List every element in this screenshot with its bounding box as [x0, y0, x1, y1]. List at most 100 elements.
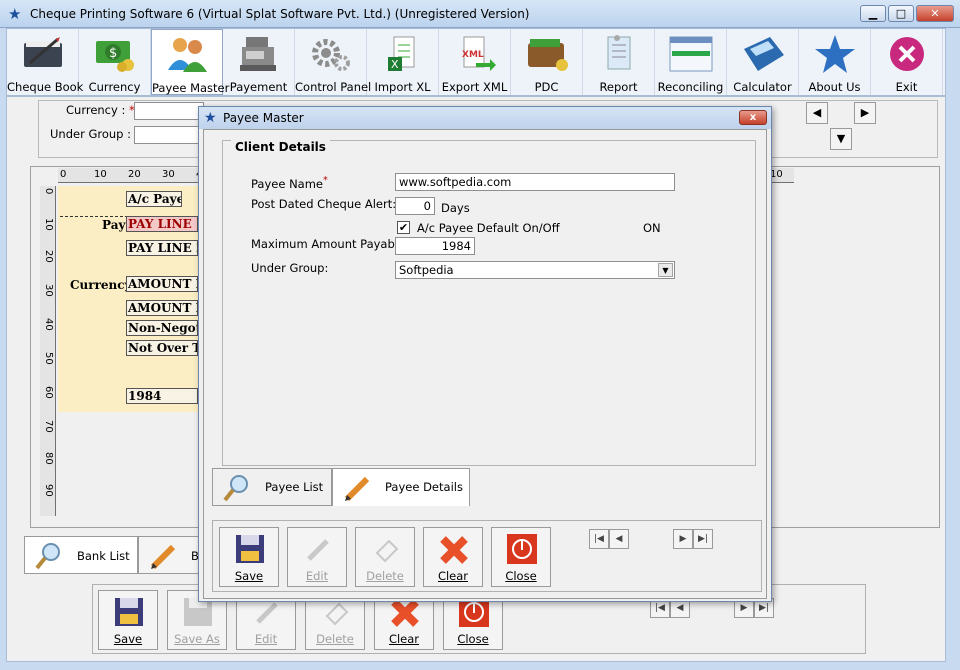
tab-payee-details[interactable]: Payee Details: [332, 468, 470, 506]
amount-words-1-field[interactable]: AMOUNT IN: [126, 276, 198, 292]
prev-record-button[interactable]: ◀: [609, 529, 629, 549]
move-down-button[interactable]: ▼: [830, 128, 852, 150]
move-right-button[interactable]: ▶: [854, 102, 876, 124]
client-details-group: Client Details Payee Name* www.softpedia…: [222, 140, 756, 466]
ruler-tick: 30: [162, 169, 175, 180]
chevron-down-icon[interactable]: ▼: [658, 263, 673, 277]
toolbar-cheque-book[interactable]: Cheque Book: [7, 29, 83, 95]
ac-payee-default-checkbox[interactable]: ✔: [397, 221, 410, 234]
pay-line-2-field[interactable]: PAY LINE 2: [126, 240, 198, 256]
non-negotiable-field[interactable]: Non-Negotiab: [126, 320, 198, 336]
ac-payee-state: ON: [643, 221, 661, 235]
toolbar-control-panel[interactable]: Control Panel: [295, 29, 372, 95]
currency-cheque-label: Currency: [70, 278, 132, 292]
ac-payee-default-label: A/c Payee Default On/Off: [417, 221, 560, 235]
minimize-button[interactable]: ▁: [860, 5, 886, 22]
toolbar-payee-master[interactable]: Payee Master: [151, 29, 229, 95]
payee-master-icon: [168, 38, 207, 72]
button-label: Save: [234, 569, 264, 583]
button-label: Close: [457, 632, 489, 646]
toolbar-import-xl[interactable]: X Import XL: [367, 29, 439, 95]
first-record-button[interactable]: |◀: [589, 529, 609, 549]
toolbar-export-xml[interactable]: XML Export XML: [439, 29, 511, 95]
ruler-tick: 50: [43, 352, 54, 365]
amount-figure-field[interactable]: 1984: [126, 388, 198, 404]
svg-text:XML: XML: [462, 50, 484, 60]
dialog-close-action-button[interactable]: Close: [491, 527, 551, 587]
toolbar-about-us[interactable]: About Us: [799, 29, 871, 95]
ruler-tick: 20: [43, 250, 54, 263]
app-star-icon: ★: [204, 110, 217, 126]
amount-words-2-field[interactable]: AMOUNT IN: [126, 300, 198, 316]
toolbar-exit[interactable]: Exit: [871, 29, 943, 95]
close-window-button[interactable]: ✕: [916, 5, 954, 22]
exit-icon: [889, 37, 924, 71]
cash-register-icon: [239, 37, 276, 71]
toolbar-report[interactable]: Report: [583, 29, 655, 95]
payee-name-label: Payee Name*: [251, 175, 328, 191]
floppy-disk-icon: [115, 598, 143, 626]
post-dated-days-input[interactable]: 0: [395, 197, 435, 215]
dialog-clear-button[interactable]: Clear: [423, 527, 483, 587]
import-excel-icon: X: [387, 36, 414, 71]
toolbar-calculator[interactable]: Calculator: [727, 29, 799, 95]
toolbar-payement[interactable]: Payement: [223, 29, 295, 95]
tab-label: Payee Details: [385, 480, 463, 494]
toolbar-label: Currency: [88, 80, 141, 94]
vertical-ruler: 0 10 20 30 40 50 60 70 80 90: [40, 186, 56, 516]
button-label: Close: [505, 569, 537, 583]
under-group-label: Under Group:: [251, 261, 329, 275]
dialog-close-button[interactable]: x: [739, 110, 767, 125]
dialog-delete-button[interactable]: Delete: [355, 527, 415, 587]
move-left-button[interactable]: ◀: [806, 102, 828, 124]
toolbar-label: Export XML: [441, 80, 508, 94]
toolbar-label: Calculator: [733, 80, 792, 94]
next-record-button[interactable]: ▶: [673, 529, 693, 549]
not-over-field[interactable]: Not Over The: [126, 340, 198, 356]
toolbar-pdc[interactable]: PDC: [511, 29, 583, 95]
toolbar-label: Control Panel: [295, 80, 372, 94]
cheque-book-icon: [23, 37, 62, 67]
tab-bank-details[interactable]: B: [138, 536, 200, 574]
toolbar-label: Payement: [229, 80, 288, 94]
currency-input[interactable]: [134, 102, 204, 120]
dialog-title-bar: ★ Payee Master x: [199, 107, 771, 129]
maximize-button[interactable]: □: [888, 5, 914, 22]
dialog-edit-button[interactable]: Edit: [287, 527, 347, 587]
window-title: Cheque Printing Software 6 (Virtual Spla…: [30, 7, 530, 21]
ruler-tick: 60: [43, 386, 54, 399]
ruler-tick: 80: [43, 452, 54, 465]
toolbar-label: Exit: [895, 80, 918, 94]
dialog-body: Client Details Payee Name* www.softpedia…: [203, 129, 767, 599]
tab-payee-list[interactable]: Payee List: [212, 468, 332, 506]
toolbar-label: PDC: [534, 80, 559, 94]
dialog-record-nav-first-prev: |◀ ◀: [589, 529, 629, 549]
last-record-button[interactable]: ▶|: [693, 529, 713, 549]
currency-icon: $: [95, 41, 134, 72]
toolbar-label: Report: [599, 80, 638, 94]
toolbar-currency[interactable]: $ Currency: [79, 29, 151, 95]
payee-master-dialog: ★ Payee Master x Client Details Payee Na…: [198, 106, 772, 602]
dialog-title: Payee Master: [223, 111, 304, 125]
svg-text:X: X: [391, 58, 399, 71]
toolbar-reconciling[interactable]: Reconciling: [655, 29, 727, 95]
tab-bank-list[interactable]: Bank List: [24, 536, 138, 574]
currency-label: Currency : *: [66, 103, 135, 117]
under-group-select[interactable]: Softpedia ▼: [395, 261, 675, 279]
max-amount-input[interactable]: 1984: [395, 237, 475, 255]
under-group-label: Under Group :: [50, 127, 132, 141]
calculator-icon: [743, 37, 784, 71]
dialog-record-nav-next-last: ▶ ▶|: [673, 529, 713, 549]
pay-line-1-field[interactable]: PAY LINE 1: [126, 216, 198, 232]
dialog-save-button[interactable]: Save: [219, 527, 279, 587]
under-group-input[interactable]: [134, 126, 204, 144]
ruler-tick: 30: [43, 284, 54, 297]
pencil-icon: [344, 476, 370, 502]
main-save-button[interactable]: Save: [98, 590, 158, 650]
payee-name-input[interactable]: www.softpedia.com: [395, 173, 675, 191]
button-label: Edit: [254, 632, 278, 646]
pay-label: Pay: [102, 218, 126, 232]
ac-payee-field[interactable]: A/c Payee: [126, 191, 182, 207]
button-label: Save: [113, 632, 143, 646]
floppy-disk-icon: [236, 535, 264, 563]
